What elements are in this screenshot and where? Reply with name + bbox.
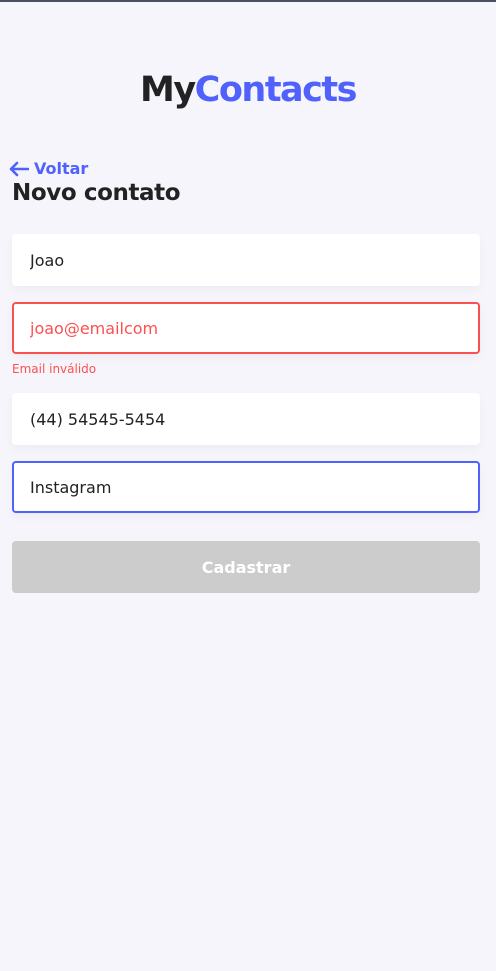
window-top-border [0, 0, 496, 2]
app-logo: MyContacts [0, 70, 496, 110]
back-link[interactable]: Voltar [9, 159, 88, 178]
name-input[interactable] [12, 234, 480, 286]
logo-text-contacts: Contacts [194, 70, 358, 110]
phone-input[interactable] [12, 393, 480, 445]
back-link-label: Voltar [34, 159, 89, 178]
email-input[interactable] [12, 302, 480, 354]
page-title: Novo contato [12, 180, 181, 206]
submit-button[interactable]: Cadastrar [12, 541, 480, 593]
email-error-message: Email inválido [12, 362, 97, 376]
category-input[interactable] [12, 461, 480, 513]
logo-text-my: My [140, 70, 196, 110]
arrow-left-icon [9, 161, 29, 176]
